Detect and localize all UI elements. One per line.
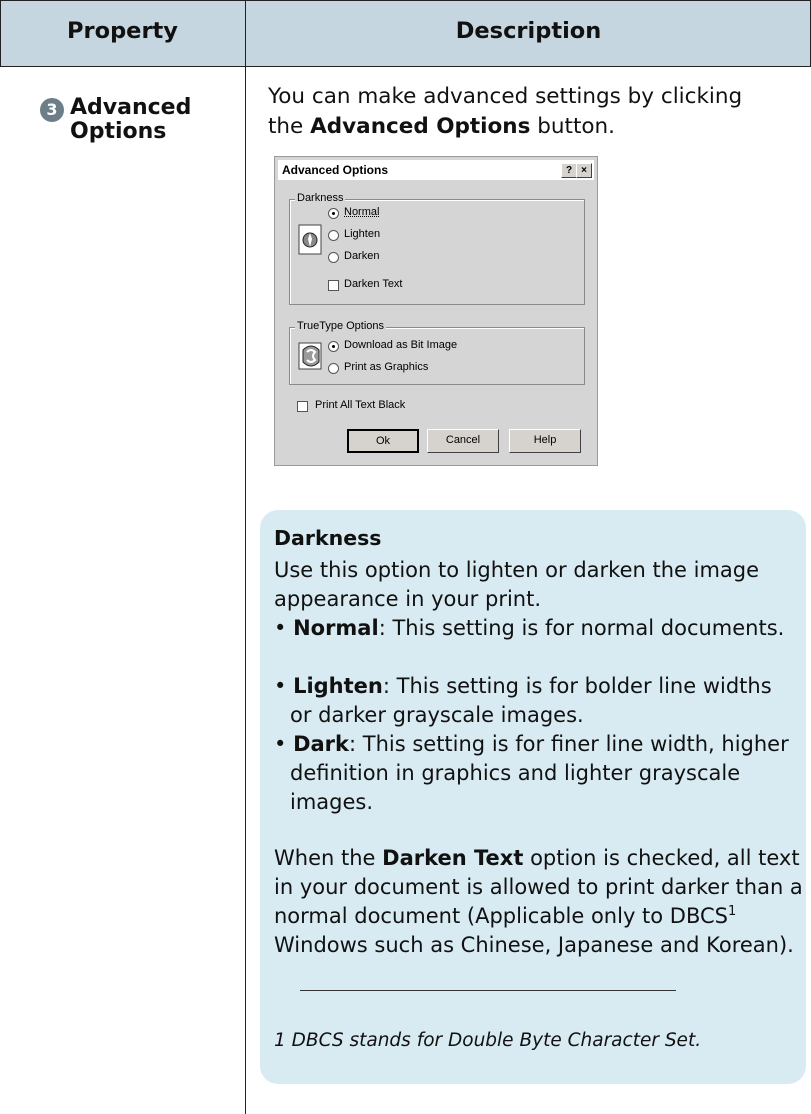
description-intro: You can make advanced settings by clicki… xyxy=(268,84,743,139)
dialog-title: Advanced Options xyxy=(282,163,389,177)
radio-darken[interactable] xyxy=(328,252,339,263)
help-button[interactable]: Help xyxy=(509,429,581,453)
cancel-button[interactable]: Cancel xyxy=(427,429,499,453)
table-top-border xyxy=(0,0,811,1)
header-description: Description xyxy=(455,18,602,44)
info-heading: Darkness xyxy=(274,526,382,550)
option-print-as-graphics: Print as Graphics xyxy=(344,361,429,373)
option-normal: Normal xyxy=(344,206,380,218)
footnote-separator xyxy=(300,990,676,991)
darkness-icon xyxy=(298,224,322,255)
radio-download-bit-image[interactable] xyxy=(328,341,339,352)
close-icon[interactable]: × xyxy=(576,163,592,178)
advanced-options-dialog: Advanced Options ? × Darkness Normal Lig… xyxy=(274,156,598,466)
bullet-dark: • Dark: This setting is for finer line w… xyxy=(274,732,789,814)
info-intro: Use this option to lighten or darken the… xyxy=(274,558,760,611)
property-number-badge: 3 xyxy=(40,98,64,122)
darkness-group-label: Darkness xyxy=(295,192,346,204)
darkness-group: Darkness Normal Lighten Darken Darken Te… xyxy=(289,192,585,305)
footnote: 1 DBCS stands for Double Byte Character … xyxy=(274,1030,702,1051)
darken-text-paragraph: When the Darken Text option is checked, … xyxy=(274,846,803,957)
header-divider xyxy=(0,66,811,67)
checkbox-print-all-text-black[interactable] xyxy=(297,401,308,412)
option-darken-text: Darken Text xyxy=(344,278,403,290)
header-property: Property xyxy=(67,18,178,44)
dialog-titlebar: Advanced Options ? × xyxy=(278,160,594,180)
radio-print-as-graphics[interactable] xyxy=(328,363,339,374)
truetype-group: TrueType Options Download as Bit Image P… xyxy=(289,320,585,385)
property-name: Advanced Options xyxy=(70,95,192,144)
ok-button[interactable]: Ok xyxy=(347,429,419,453)
option-download-bit-image: Download as Bit Image xyxy=(344,339,458,351)
darkness-info-box: Darkness Use this option to lighten or d… xyxy=(260,510,806,1084)
truetype-icon xyxy=(298,342,322,370)
bullet-lighten: • Lighten: This setting is for bolder li… xyxy=(274,674,772,727)
radio-lighten[interactable] xyxy=(328,230,339,241)
radio-normal[interactable] xyxy=(328,208,339,219)
option-print-all-text-black: Print All Text Black xyxy=(315,399,406,411)
option-lighten: Lighten xyxy=(344,228,381,240)
option-darken: Darken xyxy=(344,250,380,262)
bullet-normal: • Normal: This setting is for normal doc… xyxy=(274,616,785,640)
truetype-group-label: TrueType Options xyxy=(295,320,387,332)
help-icon[interactable]: ? xyxy=(561,163,577,178)
column-divider xyxy=(245,0,246,1114)
checkbox-darken-text[interactable] xyxy=(328,280,339,291)
